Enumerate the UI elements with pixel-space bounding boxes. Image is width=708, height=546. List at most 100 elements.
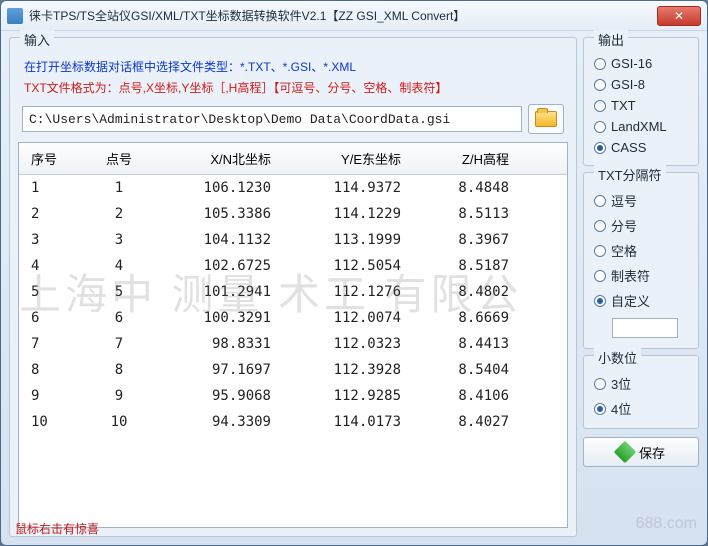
cell-pt: 10 [79,408,159,436]
cell-pt: 7 [79,330,159,358]
cell-seq: 3 [19,226,79,254]
save-button[interactable]: 保存 [583,437,699,467]
cell-seq: 4 [19,252,79,280]
radio-option[interactable]: 逗号 [594,191,688,210]
table-row[interactable]: 66100.3291112.00748.6669 [19,305,567,331]
cell-ye: 112.1276 [289,278,419,306]
table-header: 序号 点号 X/N北坐标 Y/E东坐标 Z/H高程 [19,143,567,175]
path-input[interactable] [22,106,522,132]
radio-icon [594,100,606,112]
right-column: 输出 GSI-16GSI-8TXTLandXMLCASS TXT分隔符 逗号分号… [583,37,699,537]
cell-zh: 8.4106 [419,382,539,410]
radio-option[interactable]: 分号 [594,216,688,235]
delimiter-legend: TXT分隔符 [594,165,666,184]
cell-seq: 10 [19,408,79,436]
cell-xn: 100.3291 [159,304,289,332]
col-xn[interactable]: X/N北坐标 [159,143,289,174]
table-row[interactable]: 7798.8331112.03238.4413 [19,331,567,357]
cell-seq: 1 [19,175,79,202]
content-area: 输入 在打开坐标数据对话框中选择文件类型：*.TXT、*.GSI、*.XML T… [1,31,707,545]
radio-option[interactable]: TXT [594,98,688,113]
output-legend: 输出 [594,30,628,49]
decimals-legend: 小数位 [594,348,641,367]
save-label: 保存 [639,443,665,462]
table-body[interactable]: 11106.1230114.93728.484822105.3386114.12… [19,175,567,527]
cell-xn: 105.3386 [159,200,289,228]
custom-delimiter-input[interactable] [612,318,678,338]
decimals-group: 小数位 3位4位 [583,355,699,429]
cell-pt: 3 [79,226,159,254]
cell-ye: 114.9372 [289,175,419,202]
col-zh[interactable]: Z/H高程 [419,143,539,174]
input-legend: 输入 [20,30,54,49]
radio-label: CASS [611,140,646,155]
radio-option[interactable]: 3位 [594,374,688,393]
radio-option[interactable]: GSI-8 [594,77,688,92]
radio-label: 3位 [611,374,631,393]
radio-icon [594,270,606,282]
cell-pt: 5 [79,278,159,306]
col-ye[interactable]: Y/E东坐标 [289,143,419,174]
close-button[interactable]: ✕ [657,6,701,26]
radio-option[interactable]: LandXML [594,119,688,134]
table-row[interactable]: 22105.3386114.12298.5113 [19,201,567,227]
cell-pt: 9 [79,382,159,410]
cell-zh: 8.4802 [419,278,539,306]
cell-seq: 5 [19,278,79,306]
radio-option[interactable]: 制表符 [594,266,688,285]
radio-icon [594,79,606,91]
cell-pt: 6 [79,304,159,332]
cell-pt: 4 [79,252,159,280]
radio-option[interactable]: 空格 [594,241,688,260]
cell-pt: 2 [79,200,159,228]
cell-xn: 106.1230 [159,175,289,202]
delimiter-group: TXT分隔符 逗号分号空格制表符自定义 [583,172,699,349]
window-title: 徕卡TPS/TS全站仪GSI/XML/TXT坐标数据转换软件V2.1【ZZ GS… [29,7,657,24]
close-icon: ✕ [674,9,684,23]
table-row[interactable]: 33104.1132113.19998.3967 [19,227,567,253]
data-table: 序号 点号 X/N北坐标 Y/E东坐标 Z/H高程 11106.1230114.… [18,142,568,528]
cell-zh: 8.4027 [419,408,539,436]
radio-option[interactable]: GSI-16 [594,56,688,71]
cell-xn: 98.8331 [159,330,289,358]
radio-icon [594,378,606,390]
titlebar: 徕卡TPS/TS全站仪GSI/XML/TXT坐标数据转换软件V2.1【ZZ GS… [1,1,707,31]
cell-zh: 8.4848 [419,175,539,202]
cell-ye: 113.1999 [289,226,419,254]
cell-xn: 94.3309 [159,408,289,436]
cell-seq: 6 [19,304,79,332]
hint-txt-format: TXT文件格式为：点号,X坐标,Y坐标［,H高程］【可逗号、分号、空格、制表符】 [24,79,562,96]
radio-option[interactable]: 自定义 [594,291,688,310]
table-row[interactable]: 44102.6725112.50548.5187 [19,253,567,279]
path-row [22,104,564,134]
radio-label: TXT [611,98,636,113]
cell-xn: 97.1697 [159,356,289,384]
output-group: 输出 GSI-16GSI-8TXTLandXMLCASS [583,37,699,166]
col-seq[interactable]: 序号 [19,143,79,174]
col-pt[interactable]: 点号 [79,143,159,174]
table-row[interactable]: 8897.1697112.39288.5404 [19,357,567,383]
cell-pt: 8 [79,356,159,384]
table-row[interactable]: 9995.9068112.92858.4106 [19,383,567,409]
radio-label: 制表符 [611,266,650,285]
table-row[interactable]: 55101.2941112.12768.4802 [19,279,567,305]
cell-zh: 8.5404 [419,356,539,384]
cell-pt: 1 [79,175,159,202]
decimals-options: 3位4位 [592,372,690,420]
table-row[interactable]: 11106.1230114.93728.4848 [19,175,567,201]
app-icon [7,8,23,24]
browse-button[interactable] [528,104,564,134]
cell-seq: 2 [19,200,79,228]
cell-seq: 7 [19,330,79,358]
cell-xn: 95.9068 [159,382,289,410]
cell-zh: 8.6669 [419,304,539,332]
cell-seq: 8 [19,356,79,384]
radio-option[interactable]: 4位 [594,399,688,418]
radio-option[interactable]: CASS [594,140,688,155]
cell-ye: 112.9285 [289,382,419,410]
radio-label: 4位 [611,399,631,418]
table-row[interactable]: 101094.3309114.01738.4027 [19,409,567,435]
radio-icon [594,142,606,154]
radio-label: 逗号 [611,191,637,210]
radio-label: 空格 [611,241,637,260]
